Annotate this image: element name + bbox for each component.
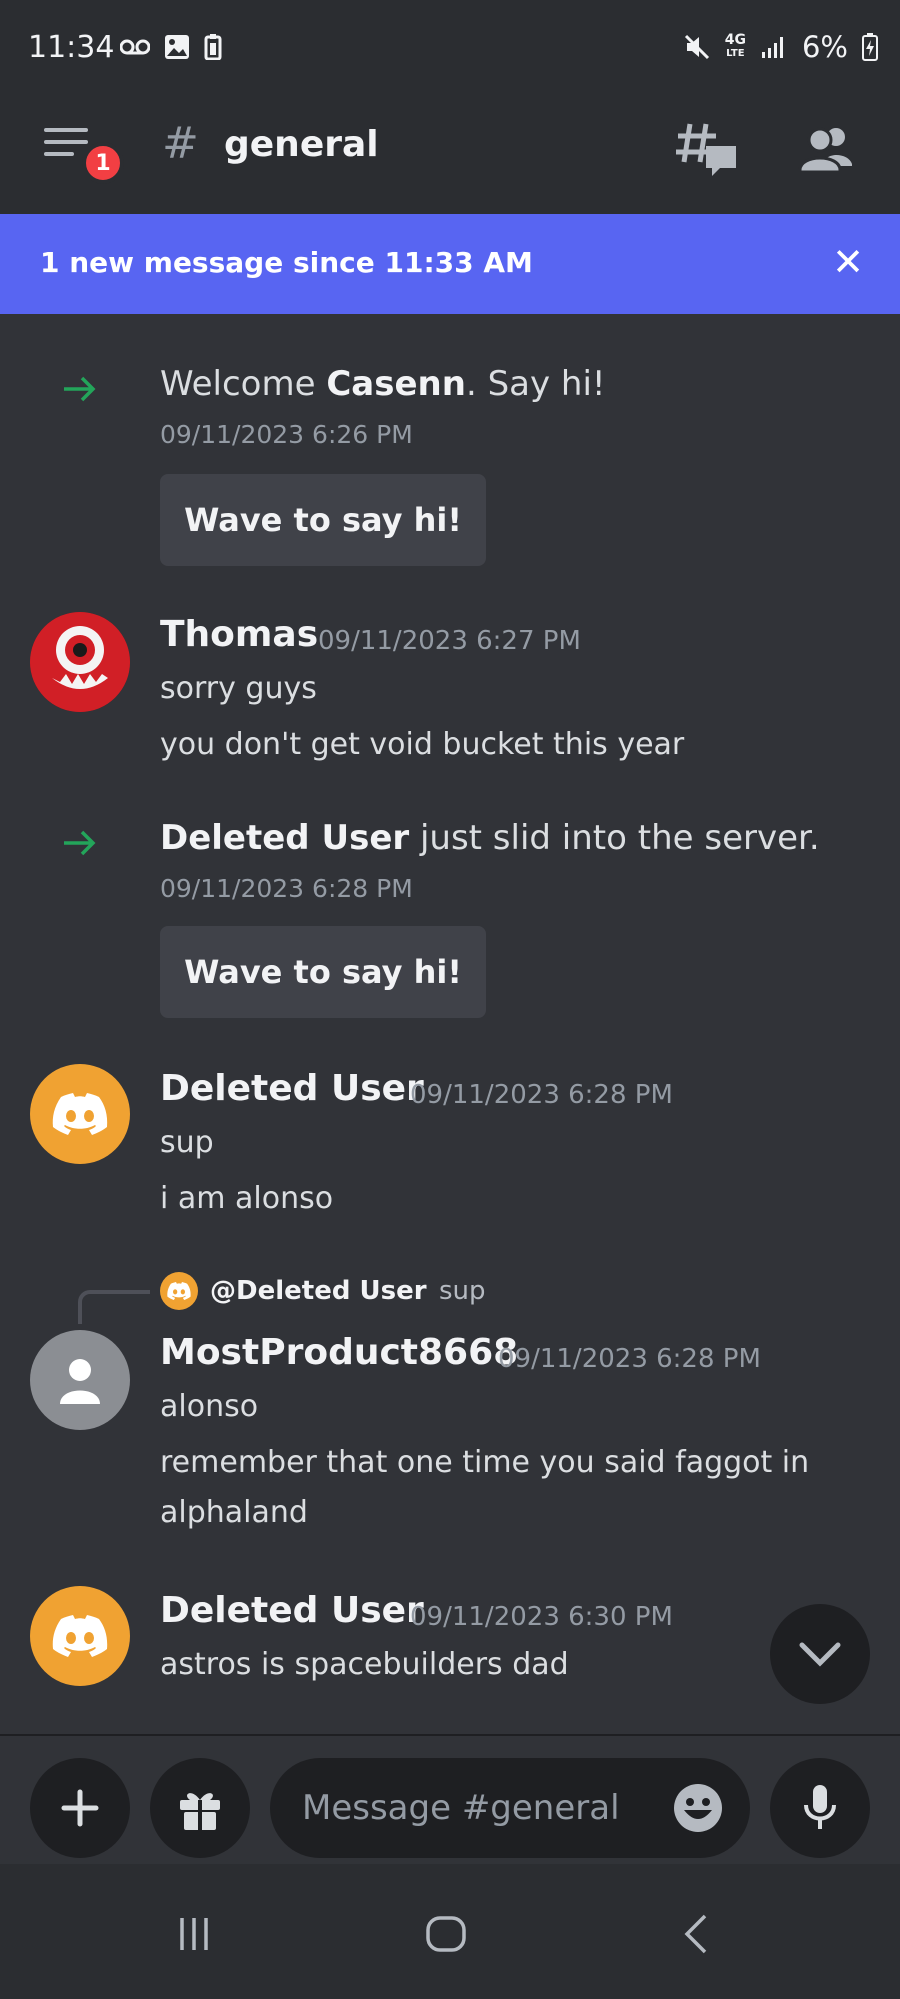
system-message: Deleted User just slid into the server. (160, 818, 820, 858)
message-timestamp: 09/11/2023 6:28 PM (498, 1344, 761, 1374)
image-icon (165, 35, 189, 59)
avatar[interactable] (30, 1064, 130, 1164)
voice-message-button[interactable] (770, 1758, 870, 1858)
battery-text: 6% (801, 30, 848, 64)
message-text: i am alonso (160, 1181, 334, 1216)
threads-button[interactable] (676, 118, 740, 182)
message-timestamp: 09/11/2023 6:28 PM (160, 874, 413, 903)
channel-title: general (224, 124, 379, 165)
discord-logo-icon (167, 1282, 191, 1300)
channel-hash-icon: # (162, 118, 199, 169)
emoji-icon (674, 1784, 722, 1832)
username[interactable]: Deleted User (160, 1590, 424, 1631)
username[interactable]: MostProduct8668 (160, 1332, 518, 1373)
system-message: Welcome Casenn. Say hi! (160, 364, 606, 404)
battery-charging-icon (862, 33, 878, 61)
members-icon (798, 127, 852, 174)
signal-icon (761, 37, 783, 58)
message-timestamp: 09/11/2023 6:26 PM (160, 420, 413, 449)
reply-avatar (160, 1272, 198, 1310)
add-attachment-button[interactable] (30, 1758, 130, 1858)
recents-button[interactable] (164, 1904, 224, 1964)
message-text: sup (160, 1125, 214, 1160)
mute-icon (684, 34, 709, 60)
4g-lte-icon: 4G LTE (724, 32, 746, 59)
default-user-icon (60, 1359, 100, 1404)
discord-logo-icon (52, 1615, 108, 1657)
close-icon[interactable]: ✕ (832, 240, 864, 284)
recents-icon (180, 1918, 208, 1950)
back-button[interactable] (666, 1904, 726, 1964)
members-button[interactable] (796, 120, 856, 180)
message-text: you don't get void bucket this year (160, 727, 685, 762)
microphone-icon (804, 1785, 836, 1829)
clipboard-icon (204, 34, 222, 60)
message-input-container[interactable] (270, 1758, 750, 1858)
cyclops-avatar-icon (30, 612, 130, 712)
wave-button[interactable]: Wave to say hi! (160, 474, 486, 566)
username[interactable]: Deleted User (160, 818, 409, 858)
menu-button[interactable]: 1 (42, 126, 124, 186)
reply-username[interactable]: @Deleted User (210, 1276, 427, 1306)
voicemail-icon (120, 39, 150, 55)
join-arrow-icon (64, 830, 96, 856)
message-text: alphaland (160, 1495, 308, 1530)
message-timestamp: 09/11/2023 6:30 PM (410, 1602, 673, 1632)
wave-button[interactable]: Wave to say hi! (160, 926, 486, 1018)
new-messages-text: 1 new message since 11:33 AM (40, 246, 533, 279)
plus-icon (61, 1789, 99, 1827)
chevron-down-icon (799, 1642, 841, 1667)
status-bar: 11:34 4G LTE 6% (0, 0, 900, 100)
message-text: alonso (160, 1389, 259, 1424)
message-text: sorry guys (160, 671, 317, 706)
home-icon (426, 1916, 466, 1952)
username[interactable]: Casenn (326, 364, 466, 404)
system-nav-bar (0, 1864, 900, 1999)
avatar[interactable] (30, 612, 130, 712)
message-input[interactable] (302, 1782, 662, 1834)
message-text: astros is spacebuilders dad (160, 1647, 569, 1682)
avatar[interactable] (30, 1330, 130, 1430)
gift-icon (180, 1793, 220, 1830)
new-messages-bar[interactable]: 1 new message since 11:33 AM ✕ (0, 214, 900, 314)
message-composer (0, 1734, 900, 1864)
home-button[interactable] (416, 1904, 476, 1964)
username[interactable]: Thomas (160, 614, 318, 655)
reply-preview-text[interactable]: sup (439, 1276, 486, 1306)
message-timestamp: 09/11/2023 6:27 PM (318, 626, 581, 656)
notification-badge: 1 (82, 142, 124, 184)
gift-button[interactable] (150, 1758, 250, 1858)
jump-to-bottom-button[interactable] (770, 1604, 870, 1704)
status-time: 11:34 (28, 30, 115, 65)
avatar[interactable] (30, 1586, 130, 1686)
reply-spine (78, 1290, 150, 1324)
channel-header: 1 # general (0, 100, 900, 214)
emoji-button[interactable] (672, 1782, 724, 1834)
username[interactable]: Deleted User (160, 1068, 424, 1109)
discord-logo-icon (52, 1093, 108, 1135)
back-icon (684, 1914, 707, 1954)
message-text: remember that one time you said faggot i… (160, 1445, 810, 1480)
message-list: Welcome Casenn. Say hi! 09/11/2023 6:26 … (0, 314, 900, 1734)
join-arrow-icon (64, 376, 96, 402)
threads-icon (676, 123, 736, 176)
message-timestamp: 09/11/2023 6:28 PM (410, 1080, 673, 1110)
